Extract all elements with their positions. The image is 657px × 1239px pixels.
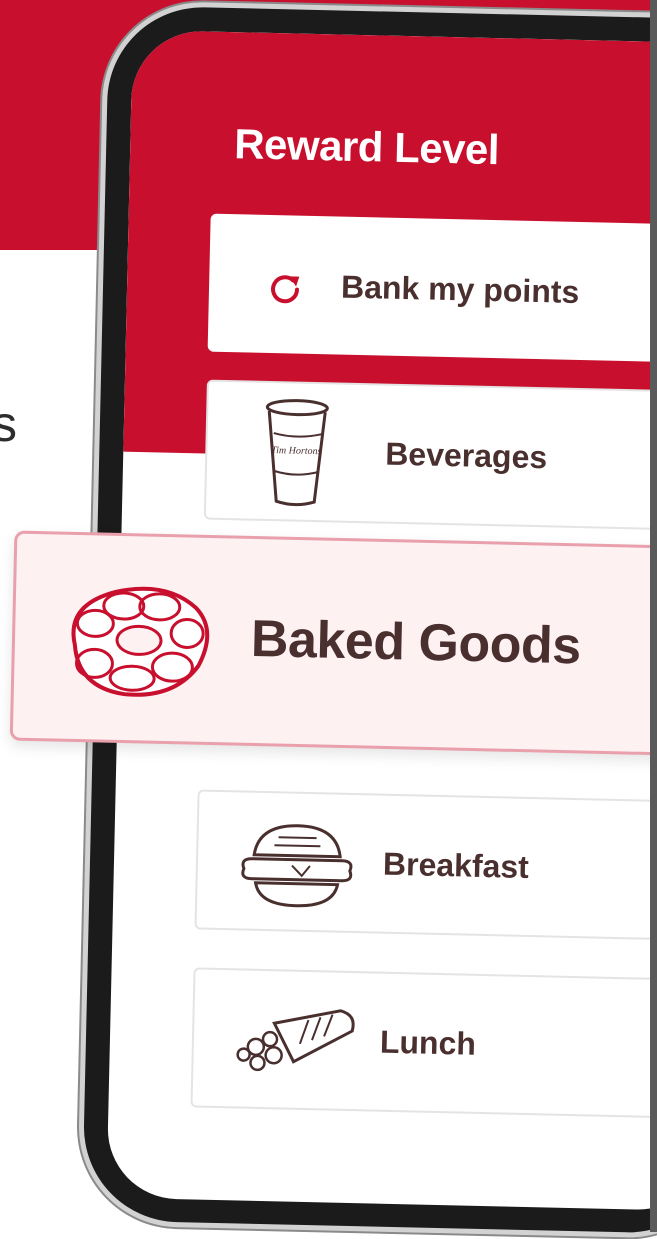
wrap-icon — [236, 1009, 355, 1072]
breakfast-label: Breakfast — [382, 845, 530, 885]
page-title: Reward Level — [233, 120, 500, 174]
screen-edge-bar — [650, 0, 657, 1232]
breakfast-category[interactable]: Breakfast — [194, 789, 657, 942]
donut-icon — [71, 586, 210, 697]
lunch-category[interactable]: Lunch — [190, 967, 657, 1120]
beverages-category[interactable]: Tim Hortons Beverages — [203, 379, 657, 532]
cup-icon: Tim Hortons — [265, 399, 329, 507]
beverages-label: Beverages — [384, 435, 548, 476]
baked-goods-label: Baked Goods — [250, 609, 582, 676]
bank-my-points-button[interactable]: Bank my points — [207, 213, 657, 364]
cup-brand-text: Tim Hortons — [271, 445, 322, 457]
breakfast-sandwich-icon — [241, 824, 353, 908]
refresh-icon — [271, 275, 300, 304]
lunch-label: Lunch — [379, 1023, 477, 1062]
baked-goods-category[interactable]: Baked Goods — [9, 530, 657, 756]
bank-my-points-label: Bank my points — [340, 268, 580, 310]
